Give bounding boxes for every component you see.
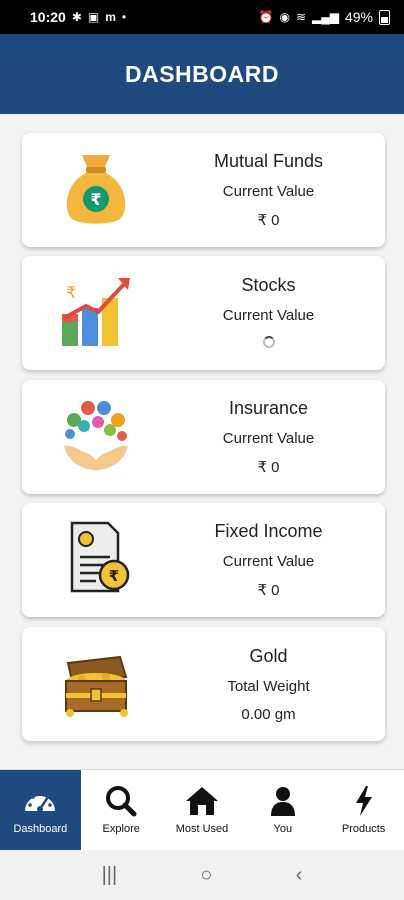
card-subtitle: Current Value [222, 306, 315, 324]
hotspot-icon: ◉ [279, 10, 290, 24]
card-subtitle: Current Value [222, 553, 315, 570]
card-gold[interactable]: Gold Total Weight 0.00 gm [22, 627, 385, 741]
nav-label: Most Used [175, 823, 229, 835]
card-title: Gold [249, 645, 288, 666]
card-title: Mutual Funds [213, 151, 324, 171]
nav-label: You [273, 823, 293, 835]
card-fixed-income[interactable]: ₹ Fixed Income Current Value ₹ 0 [22, 503, 385, 617]
page-title: DASHBOARD [125, 60, 279, 87]
person-icon [270, 787, 295, 816]
treasure-chest-icon [65, 655, 128, 717]
card-subtitle: Current Value [222, 183, 315, 200]
home-icon [185, 787, 218, 815]
card-subtitle: Total Weight [227, 677, 310, 695]
search-icon [106, 786, 137, 817]
dashboard-content: ₹ Mutual Funds Current Value ₹ 0 ₹ Stock… [0, 114, 404, 769]
card-value: ₹ 0 [257, 582, 280, 599]
nav-label: Dashboard [13, 823, 68, 835]
speedometer-icon [25, 792, 56, 812]
battery-percent: 49% [344, 9, 373, 25]
nav-label: Explore [102, 823, 140, 835]
nav-explore[interactable]: Explore [81, 770, 162, 850]
svg-text:₹: ₹ [90, 190, 101, 209]
recent-apps-icon[interactable]: ||| [102, 864, 118, 887]
nav-most-used[interactable]: Most Used [162, 770, 243, 850]
money-bag-icon: ₹ [66, 155, 126, 224]
svg-text:₹: ₹ [109, 567, 119, 585]
nav-products[interactable]: Products [323, 770, 404, 850]
bottom-navigation: Dashboard Explore Most Used You Products [0, 769, 404, 850]
gallery-icon: ▣ [87, 10, 100, 24]
card-title: Fixed Income [214, 521, 323, 541]
bar-chart-icon: ₹ [62, 278, 130, 346]
card-title: Insurance [228, 398, 309, 418]
insurance-hands-icon [64, 401, 128, 470]
card-subtitle: Current Value [222, 430, 315, 447]
fan-icon: ✱ [71, 10, 82, 24]
card-stocks[interactable]: ₹ Stocks Current Value [22, 256, 385, 370]
card-insurance[interactable]: Insurance Current Value ₹ 0 [22, 380, 385, 494]
m-icon: m [105, 10, 116, 24]
nav-label: Products [341, 823, 386, 835]
back-icon[interactable]: ‹ [296, 864, 303, 887]
dot-icon: • [121, 10, 127, 24]
status-bar: 10:20 ✱ ▣ m • ⏰ ◉ ≋ ▂▄▆ 49% [0, 0, 404, 34]
svg-text:₹: ₹ [66, 283, 76, 302]
card-value: ₹ 0 [257, 459, 280, 476]
card-mutual-funds[interactable]: ₹ Mutual Funds Current Value ₹ 0 [22, 133, 385, 247]
loading-spinner [262, 335, 275, 352]
card-title: Stocks [241, 274, 296, 295]
signal-icon: ▂▄▆ [312, 10, 339, 24]
home-button-icon[interactable]: ○ [200, 864, 212, 887]
card-value: 0.00 gm [241, 705, 296, 723]
certificate-icon: ₹ [70, 521, 130, 593]
nav-dashboard[interactable]: Dashboard [0, 770, 81, 850]
nav-you[interactable]: You [242, 770, 323, 850]
status-time: 10:20 [30, 9, 66, 25]
card-value: ₹ 0 [257, 212, 280, 229]
wifi-icon: ≋ [295, 10, 306, 24]
system-navigation-bar: ||| ○ ‹ [0, 850, 404, 900]
alarm-icon: ⏰ [258, 10, 274, 24]
battery-icon [379, 9, 390, 25]
app-header: DASHBOARD [0, 34, 404, 114]
bolt-icon [355, 786, 372, 816]
